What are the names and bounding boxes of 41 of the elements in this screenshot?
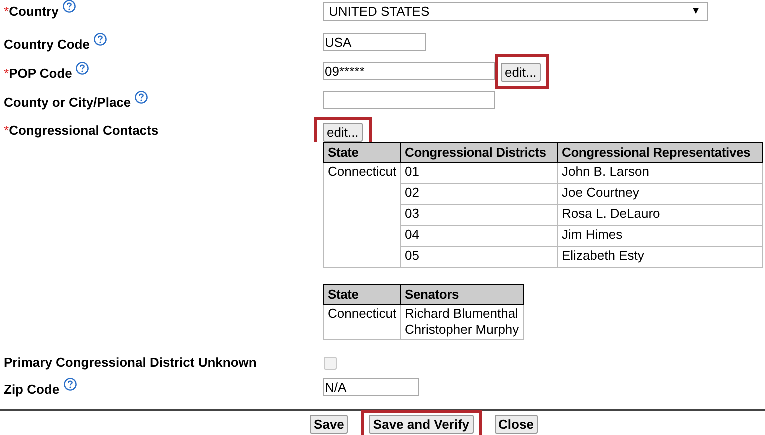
column-header: Congressional Representatives [558,142,762,162]
table-cell: 03 [400,204,558,226]
table-cell: Connecticut [324,162,400,268]
country-dropdown[interactable]: UNITED STATES ▼ [323,2,708,21]
field-label: Primary Congressional District Unknown [4,355,257,370]
help-icon[interactable] [64,378,77,391]
table-cell: Rosa L. DeLauro [558,204,762,226]
table-cell: 02 [400,184,558,204]
help-icon[interactable] [135,91,148,104]
table-cell: Connecticut [324,304,400,340]
field-label: *POP Code [4,66,72,81]
column-header: State [324,284,400,304]
help-icon[interactable] [76,62,90,75]
table-cell: 04 [400,226,558,246]
table-cell: John B. Larson [558,162,762,184]
table-cell: 01 [400,162,558,184]
field-label: Zip Code [4,382,60,397]
button[interactable]: edit... [323,123,363,142]
table-cell: Elizabeth Esty [558,246,762,268]
button[interactable]: Save [310,415,348,434]
button[interactable]: edit... [501,62,541,82]
table-cell: Jim Himes [558,226,762,246]
table-cell: Joe Courtney [558,184,762,204]
help-icon[interactable] [94,33,107,46]
column-header: State [324,142,400,162]
table-cell: 05 [400,246,558,268]
field-label: Country Code [4,37,90,52]
field-label: County or City/Place [4,95,132,110]
column-header: Congressional Districts [400,142,558,162]
senator-name: Christopher Murphy [405,322,520,338]
column-header: Senators [400,284,524,304]
input-field[interactable] [323,91,495,109]
button[interactable]: Close [494,415,538,434]
senator-name: Richard Blumenthal [405,306,520,322]
input-field[interactable]: N/A [323,378,419,396]
input-field[interactable]: USA [323,33,426,51]
field-label: *Country [4,4,59,19]
field-label: *Congressional Contacts [4,123,159,138]
button[interactable]: Save and Verify [369,415,474,434]
input-field[interactable]: 09***** [323,62,495,80]
help-icon[interactable] [62,0,76,13]
